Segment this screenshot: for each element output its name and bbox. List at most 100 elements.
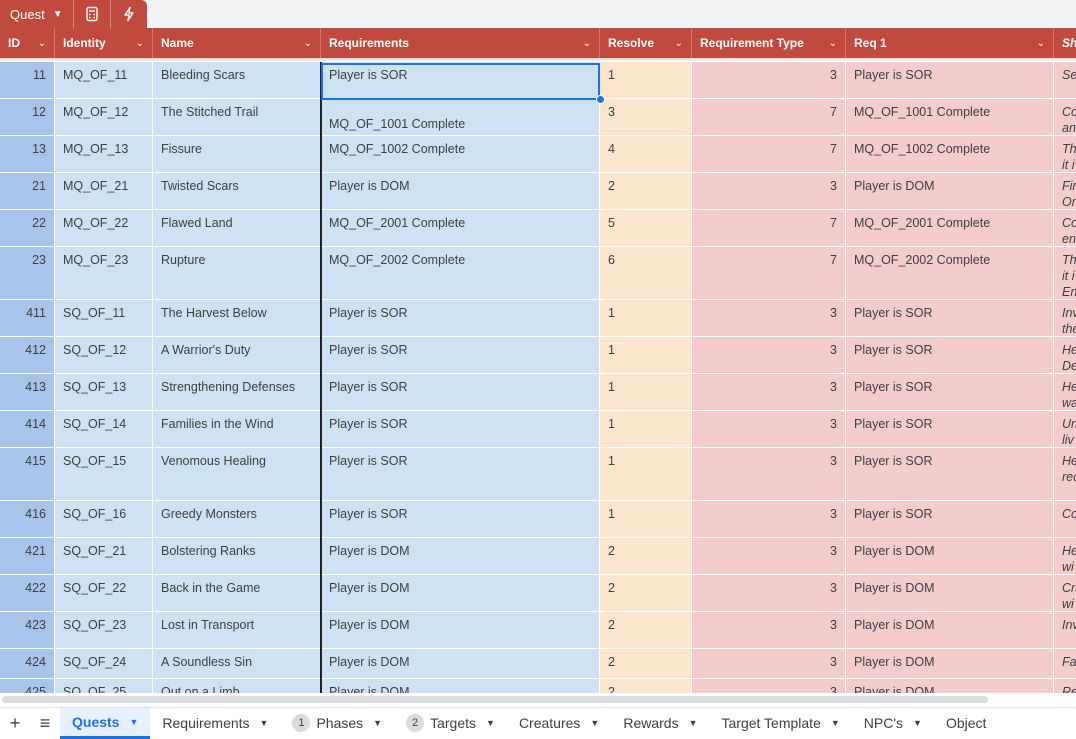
chevron-down-icon[interactable]: ⌄ bbox=[675, 38, 683, 49]
cell-name[interactable]: Rupture bbox=[153, 247, 321, 300]
cell-identity[interactable]: MQ_OF_13 bbox=[55, 136, 153, 173]
cell-identity[interactable]: MQ_OF_23 bbox=[55, 247, 153, 300]
cell-req1[interactable]: Player is DOM bbox=[846, 679, 1054, 693]
column-header-name[interactable]: Name ⌄ bbox=[153, 28, 321, 58]
cell-rtype[interactable]: 3 bbox=[692, 173, 846, 210]
column-header-identity[interactable]: Identity ⌄ bbox=[55, 28, 153, 58]
cell-id[interactable]: 415 bbox=[0, 448, 55, 501]
sheet-tab-requirements[interactable]: Requirements ▼ bbox=[150, 708, 280, 739]
cell-name[interactable]: The Stitched Trail bbox=[153, 99, 321, 136]
chevron-down-icon[interactable]: ▼ bbox=[689, 718, 698, 728]
cell-sh[interactable]: Se bbox=[1054, 62, 1076, 99]
cell-req1[interactable]: Player is DOM bbox=[846, 173, 1054, 210]
cell-id[interactable]: 416 bbox=[0, 501, 55, 538]
cell-rtype[interactable]: 3 bbox=[692, 612, 846, 649]
cell-req1[interactable]: Player is SOR bbox=[846, 300, 1054, 337]
sheet-tab-npc-s[interactable]: NPC's ▼ bbox=[852, 708, 934, 739]
cell-rtype[interactable]: 3 bbox=[692, 448, 846, 501]
cell-req[interactable]: MQ_OF_2002 Complete bbox=[321, 247, 600, 300]
chevron-down-icon[interactable]: ▼ bbox=[373, 718, 382, 728]
cell-rtype[interactable]: 3 bbox=[692, 575, 846, 612]
column-header-req1[interactable]: Req 1 ⌄ bbox=[846, 28, 1054, 58]
cell-id[interactable]: 22 bbox=[0, 210, 55, 247]
cell-resolve[interactable]: 2 bbox=[600, 173, 692, 210]
cell-id[interactable]: 21 bbox=[0, 173, 55, 210]
cell-id[interactable]: 421 bbox=[0, 538, 55, 575]
cell-id[interactable]: 414 bbox=[0, 411, 55, 448]
cell-name[interactable]: Lost in Transport bbox=[153, 612, 321, 649]
cell-resolve[interactable]: 1 bbox=[600, 62, 692, 99]
sheet-tab-rewards[interactable]: Rewards ▼ bbox=[611, 708, 709, 739]
cell-sh[interactable]: Fir On bbox=[1054, 173, 1076, 210]
cell-req1[interactable]: Player is SOR bbox=[846, 337, 1054, 374]
cell-sh[interactable]: Re bbox=[1054, 679, 1076, 693]
cell-req[interactable]: MQ_OF_2001 Complete bbox=[321, 210, 600, 247]
cell-id[interactable]: 413 bbox=[0, 374, 55, 411]
chevron-down-icon[interactable]: ⌄ bbox=[1037, 38, 1045, 49]
cell-resolve[interactable]: 1 bbox=[600, 448, 692, 501]
cell-req1[interactable]: Player is DOM bbox=[846, 612, 1054, 649]
cell-sh[interactable]: Th it i bbox=[1054, 136, 1076, 173]
cell-req[interactable]: Player is SOR bbox=[321, 337, 600, 374]
cell-name[interactable]: Greedy Monsters bbox=[153, 501, 321, 538]
cell-req[interactable]: Player is SOR bbox=[321, 300, 600, 337]
sheet-tab-phases[interactable]: 1 Phases ▼ bbox=[280, 708, 394, 739]
chevron-down-icon[interactable]: ▼ bbox=[590, 718, 599, 728]
cell-sh[interactable]: He rec bbox=[1054, 448, 1076, 501]
column-header-resolve[interactable]: Resolve ⌄ bbox=[600, 28, 692, 58]
cell-name[interactable]: A Warrior's Duty bbox=[153, 337, 321, 374]
cell-sh[interactable]: Cra wi bbox=[1054, 575, 1076, 612]
calculator-button[interactable] bbox=[74, 0, 111, 28]
cell-name[interactable]: Families in the Wind bbox=[153, 411, 321, 448]
cell-name[interactable]: Bolstering Ranks bbox=[153, 538, 321, 575]
cell-req[interactable]: Player is DOM bbox=[321, 575, 600, 612]
chevron-down-icon[interactable]: ▼ bbox=[486, 718, 495, 728]
cell-req[interactable]: MQ_OF_1001 Complete bbox=[321, 99, 600, 136]
cell-identity[interactable]: MQ_OF_12 bbox=[55, 99, 153, 136]
cell-req1[interactable]: Player is SOR bbox=[846, 411, 1054, 448]
cell-identity[interactable]: MQ_OF_22 bbox=[55, 210, 153, 247]
table-tab-name[interactable]: Quest ▼ bbox=[0, 0, 74, 28]
cell-name[interactable]: Bleeding Scars bbox=[153, 62, 321, 99]
cell-id[interactable]: 425 bbox=[0, 679, 55, 693]
cell-sh[interactable]: Fa bbox=[1054, 649, 1076, 679]
cell-req[interactable]: Player is DOM bbox=[321, 173, 600, 210]
cell-req1[interactable]: MQ_OF_2001 Complete bbox=[846, 210, 1054, 247]
cell-req1[interactable]: MQ_OF_1002 Complete bbox=[846, 136, 1054, 173]
cell-rtype[interactable]: 7 bbox=[692, 99, 846, 136]
column-header-sh[interactable]: Sh bbox=[1054, 28, 1076, 58]
cell-req[interactable]: Player is DOM bbox=[321, 679, 600, 693]
chevron-down-icon[interactable]: ▼ bbox=[913, 718, 922, 728]
cell-rtype[interactable]: 3 bbox=[692, 538, 846, 575]
automation-button[interactable] bbox=[111, 0, 147, 28]
cell-req1[interactable]: Player is DOM bbox=[846, 649, 1054, 679]
cell-req[interactable]: Player is SOR bbox=[321, 501, 600, 538]
chevron-down-icon[interactable]: ⌄ bbox=[829, 38, 837, 49]
cell-resolve[interactable]: 2 bbox=[600, 649, 692, 679]
cell-sh[interactable]: Co en bbox=[1054, 210, 1076, 247]
cell-id[interactable]: 23 bbox=[0, 247, 55, 300]
cell-sh[interactable]: Inv bbox=[1054, 612, 1076, 649]
cell-resolve[interactable]: 5 bbox=[600, 210, 692, 247]
cell-identity[interactable]: MQ_OF_21 bbox=[55, 173, 153, 210]
chevron-down-icon[interactable]: ▼ bbox=[260, 718, 269, 728]
cell-rtype[interactable]: 3 bbox=[692, 374, 846, 411]
cell-req1[interactable]: Player is SOR bbox=[846, 374, 1054, 411]
chevron-down-icon[interactable]: ⌄ bbox=[583, 38, 591, 49]
cell-sh[interactable]: Un liv bbox=[1054, 411, 1076, 448]
cell-identity[interactable]: SQ_OF_15 bbox=[55, 448, 153, 501]
cell-rtype[interactable]: 3 bbox=[692, 300, 846, 337]
cell-rtype[interactable]: 7 bbox=[692, 210, 846, 247]
column-header-id[interactable]: ID ⌄ bbox=[0, 28, 55, 58]
sheet-tab-targets[interactable]: 2 Targets ▼ bbox=[394, 708, 507, 739]
cell-resolve[interactable]: 2 bbox=[600, 612, 692, 649]
cell-id[interactable]: 422 bbox=[0, 575, 55, 612]
cell-resolve[interactable]: 2 bbox=[600, 575, 692, 612]
sheet-tab-creatures[interactable]: Creatures ▼ bbox=[507, 708, 611, 739]
cell-req1[interactable]: MQ_OF_1001 Complete bbox=[846, 99, 1054, 136]
cell-resolve[interactable]: 2 bbox=[600, 538, 692, 575]
cell-req[interactable]: Player is DOM bbox=[321, 649, 600, 679]
horizontal-scrollbar[interactable] bbox=[0, 693, 1076, 707]
add-sheet-button[interactable]: + bbox=[0, 708, 30, 739]
column-header-rtype[interactable]: Requirement Type ⌄ bbox=[692, 28, 846, 58]
